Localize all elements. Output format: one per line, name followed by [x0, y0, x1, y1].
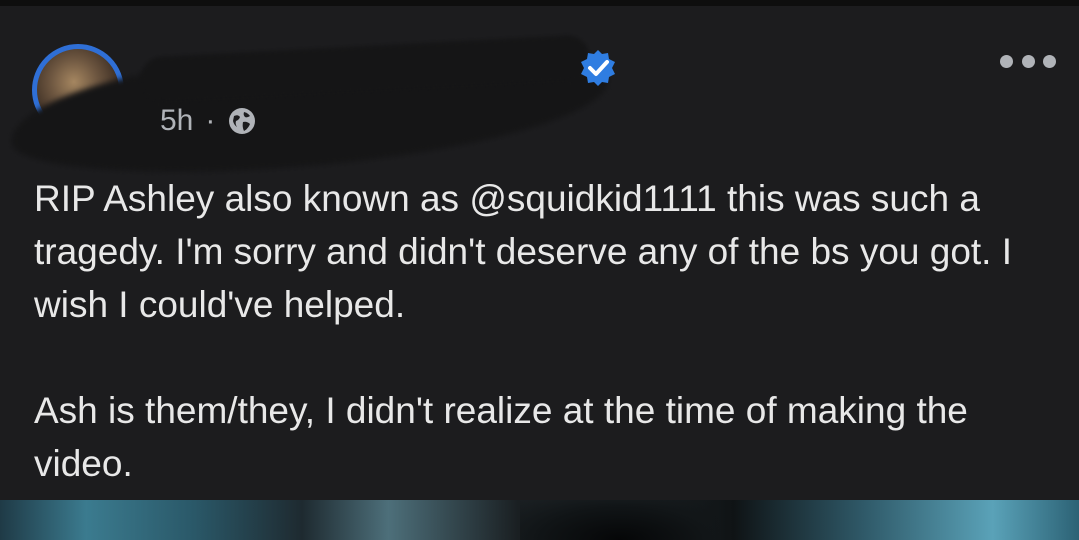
- post-image[interactable]: [0, 500, 1079, 540]
- verified-badge-icon: [581, 50, 615, 86]
- post-text-paragraph: RIP Ashley also known as @squidkid1111 t…: [34, 178, 1013, 325]
- image-shadow: [520, 500, 720, 540]
- globe-icon: [229, 108, 256, 134]
- post-meta: 5h ·: [160, 104, 257, 138]
- post-time[interactable]: 5h: [160, 104, 193, 138]
- post-card: 5h · RIP Ashley also known as @squidkid1…: [0, 6, 1079, 500]
- dot: [1021, 54, 1035, 68]
- meta-separator: ·: [205, 104, 216, 137]
- dot: [1000, 54, 1013, 68]
- post-text-paragraph: Ash is them/they, I didn't realize at th…: [34, 390, 968, 484]
- post-body: RIP Ashley also known as @squidkid1111 t…: [34, 172, 1054, 490]
- dot: [1043, 54, 1056, 68]
- more-options-icon[interactable]: [1000, 51, 1056, 71]
